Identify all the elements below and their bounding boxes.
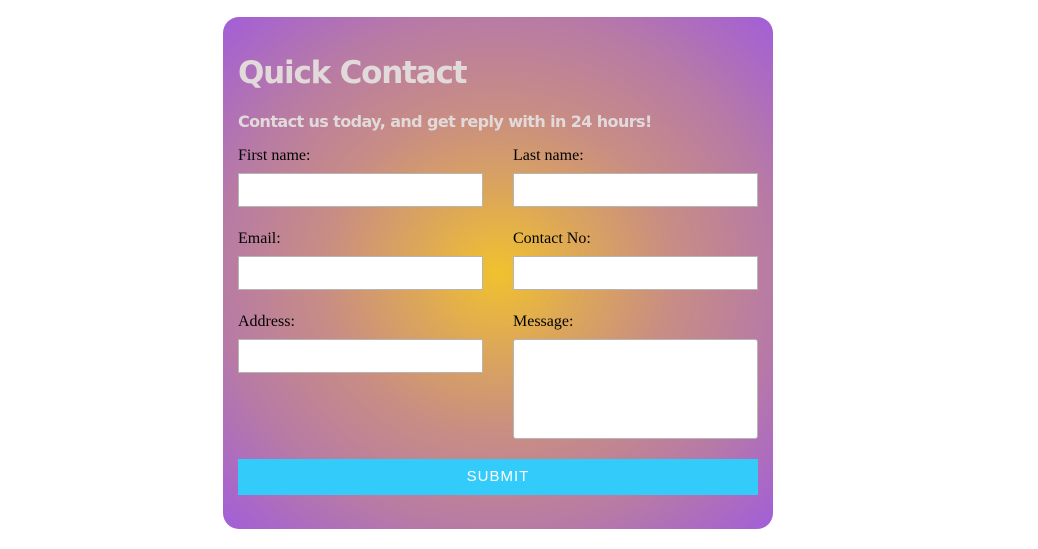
- form-title: Quick Contact: [238, 55, 467, 91]
- email-input[interactable]: [238, 256, 483, 290]
- message-label: Message:: [513, 313, 574, 330]
- submit-button[interactable]: SUBMIT: [238, 459, 758, 495]
- first-name-label: First name:: [238, 147, 311, 164]
- first-name-input[interactable]: [238, 173, 483, 207]
- quick-contact-card: Quick Contact Contact us today, and get …: [223, 17, 773, 529]
- last-name-input[interactable]: [513, 173, 758, 207]
- contact-no-input[interactable]: [513, 256, 758, 290]
- address-label: Address:: [238, 313, 295, 330]
- message-textarea[interactable]: [513, 339, 758, 439]
- contact-no-label: Contact No:: [513, 230, 591, 247]
- form-subtitle: Contact us today, and get reply with in …: [238, 112, 652, 131]
- last-name-label: Last name:: [513, 147, 584, 164]
- email-label: Email:: [238, 230, 281, 247]
- address-input[interactable]: [238, 339, 483, 373]
